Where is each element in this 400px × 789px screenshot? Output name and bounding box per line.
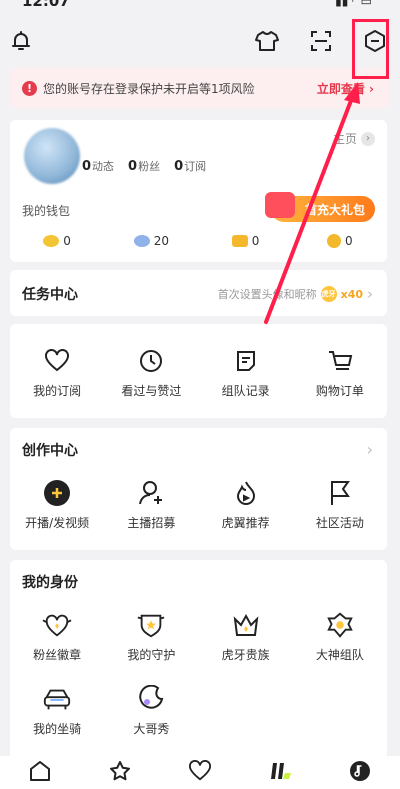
identity-mount[interactable]: 我的坐骑 bbox=[10, 684, 104, 737]
nav-home[interactable] bbox=[0, 756, 80, 789]
flag-icon bbox=[325, 478, 355, 508]
identity-big-brother-show[interactable]: 大哥秀 bbox=[104, 684, 198, 737]
stat-subscriptions[interactable]: 0订阅 bbox=[174, 158, 206, 174]
quick-link-orders[interactable]: 购物订单 bbox=[293, 346, 387, 399]
nav-games[interactable] bbox=[240, 756, 320, 789]
creation-center-title: 创作中心 bbox=[22, 443, 78, 459]
scan-icon[interactable] bbox=[306, 26, 336, 56]
quick-link-subscriptions[interactable]: 我的订阅 bbox=[10, 346, 104, 399]
home-link[interactable]: 主页 › bbox=[333, 130, 375, 147]
wallet-item-gold[interactable]: 0 bbox=[10, 234, 104, 248]
moon-icon bbox=[136, 684, 166, 714]
task-reward: x40 bbox=[340, 287, 363, 301]
silver-bean-icon bbox=[133, 235, 150, 247]
task-hint: 首次设置头像和昵称 虎牙币 x40 › bbox=[217, 285, 373, 314]
wallet-item-ticket[interactable]: 0 bbox=[199, 234, 293, 248]
coin-icon bbox=[327, 234, 342, 248]
gold-bean-icon bbox=[43, 235, 60, 247]
identity-fan-badge[interactable]: 粉丝徽章 bbox=[10, 610, 104, 663]
creation-center: 创作中心 › 开播/发视频 主播招募 虎翼推荐 社区活动 bbox=[10, 428, 387, 550]
wallet-balances: 0 20 0 0 bbox=[10, 234, 387, 248]
stat-fans[interactable]: 0粉丝 bbox=[128, 158, 160, 174]
shirt-icon[interactable] bbox=[252, 26, 282, 56]
wallet-item-coin[interactable]: 0 bbox=[293, 234, 387, 248]
quick-link-team-records[interactable]: 组队记录 bbox=[199, 346, 293, 399]
nav-discover[interactable] bbox=[80, 756, 160, 789]
gift-icon bbox=[265, 192, 295, 218]
status-bar: 12:07 ▮▮ ◜ ▭ bbox=[0, 0, 400, 14]
identity-master-team[interactable]: 大神组队 bbox=[293, 610, 387, 663]
identity-guardian[interactable]: 我的守护 bbox=[104, 610, 198, 663]
note-icon bbox=[231, 346, 261, 376]
task-center[interactable]: 任务中心 首次设置头像和昵称 虎牙币 x40 › bbox=[10, 270, 387, 316]
car-icon bbox=[42, 684, 72, 714]
wallet-label: 我的钱包 bbox=[22, 204, 71, 218]
status-indicators: ▮▮ ◜ ▭ bbox=[335, 0, 372, 8]
quick-links: 我的订阅 看过与赞过 组队记录 购物订单 bbox=[10, 324, 387, 418]
heart-icon bbox=[188, 759, 212, 786]
crown-icon bbox=[231, 610, 261, 640]
bottom-nav bbox=[0, 756, 400, 789]
quick-link-history[interactable]: 看过与赞过 bbox=[104, 346, 198, 399]
home-icon bbox=[28, 759, 52, 787]
first-recharge-promo[interactable]: 首充大礼包 bbox=[265, 192, 375, 222]
home-link-label: 主页 bbox=[332, 132, 357, 146]
top-bar bbox=[0, 14, 400, 68]
guild-badge-icon bbox=[325, 610, 355, 640]
chevron-right-icon: › bbox=[361, 131, 375, 146]
huya-coin-icon: 虎牙币 bbox=[320, 286, 337, 314]
person-add-icon bbox=[136, 478, 166, 508]
games-icon bbox=[267, 759, 293, 787]
shield-star-icon bbox=[136, 610, 166, 640]
warning-icon: ! bbox=[22, 80, 37, 96]
star-icon bbox=[108, 759, 132, 787]
wallet-item-silver[interactable]: 20 bbox=[104, 234, 198, 248]
promo-label: 首充大礼包 bbox=[304, 202, 365, 217]
music-icon bbox=[348, 759, 372, 787]
create-community-events[interactable]: 社区活动 bbox=[293, 478, 387, 531]
task-center-title: 任务中心 bbox=[22, 287, 78, 303]
identity-title: 我的身份 bbox=[22, 575, 78, 591]
profile-card: 主页 › 0动态 0粉丝 0订阅 我的钱包 首充大礼包 0 20 0 0 bbox=[10, 120, 387, 262]
create-live-video[interactable]: 开播/发视频 bbox=[10, 478, 104, 531]
identity-nobility[interactable]: 虎牙贵族 bbox=[199, 610, 293, 663]
chevron-right-icon: › bbox=[367, 285, 373, 303]
ticket-icon bbox=[231, 235, 248, 247]
create-anchor-recruit[interactable]: 主播招募 bbox=[104, 478, 198, 531]
create-huyi-recommend[interactable]: 虎翼推荐 bbox=[199, 478, 293, 531]
profile-stats: 0动态 0粉丝 0订阅 bbox=[82, 158, 206, 174]
cart-icon bbox=[325, 346, 355, 376]
risk-view-link[interactable]: 立即查看 › bbox=[317, 80, 374, 97]
nav-following[interactable] bbox=[160, 756, 240, 789]
identity-section: 我的身份 粉丝徽章 我的守护 虎牙贵族 大神组队 我的坐骑 大哥秀 bbox=[10, 560, 387, 760]
clock-icon bbox=[136, 346, 166, 376]
fan-badge-icon bbox=[42, 610, 72, 640]
plus-circle-icon bbox=[42, 478, 72, 508]
avatar[interactable] bbox=[24, 128, 80, 184]
annotation-highlight-box bbox=[352, 19, 389, 79]
nav-music[interactable] bbox=[320, 756, 400, 789]
chevron-right-icon[interactable]: › bbox=[367, 440, 373, 459]
flame-icon bbox=[231, 478, 261, 508]
heart-icon bbox=[42, 346, 72, 376]
risk-message: 您的账号存在登录保护未开启等1项风险 bbox=[43, 81, 255, 96]
stat-posts[interactable]: 0动态 bbox=[82, 158, 114, 174]
bell-icon[interactable] bbox=[6, 26, 36, 56]
risk-banner[interactable]: ! 您的账号存在登录保护未开启等1项风险 立即查看 › bbox=[10, 68, 390, 108]
status-time: 12:07 bbox=[22, 0, 70, 10]
